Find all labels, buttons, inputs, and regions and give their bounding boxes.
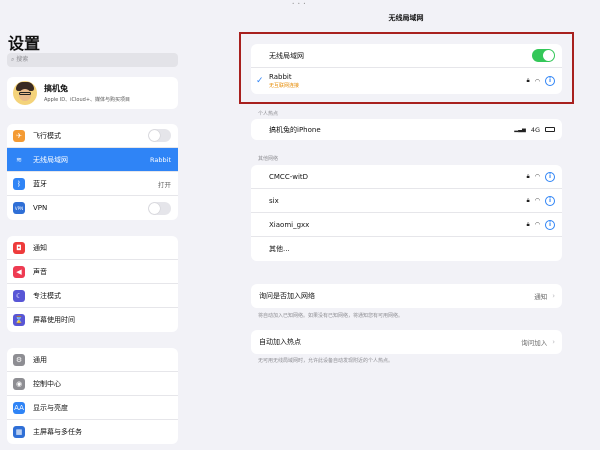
info-icon[interactable]: i bbox=[545, 171, 555, 182]
auto-join-value: 询问加入 bbox=[521, 339, 548, 347]
network-name: six bbox=[269, 196, 279, 205]
profile-card[interactable]: 搞机兔 Apple ID、iCloud+、媒体与购买项目 bbox=[7, 77, 178, 109]
sidebar-item-label: 飞行模式 bbox=[33, 131, 61, 140]
sidebar-item-label: 声音 bbox=[33, 267, 47, 276]
sidebar-item-label: 通用 bbox=[33, 355, 47, 364]
sidebar-item-label: 控制中心 bbox=[33, 379, 61, 388]
network-row[interactable]: CMCC-witD 🔒︎ ◠ i bbox=[251, 165, 562, 189]
profile-name: 搞机兔 bbox=[44, 84, 68, 93]
wifi-signal-icon: ◠ bbox=[534, 173, 540, 180]
section-label-other-networks: 其他网络 bbox=[258, 156, 279, 162]
sidebar-item-value: Rabbit bbox=[150, 155, 171, 164]
info-icon[interactable]: i bbox=[545, 195, 555, 206]
sidebar-item-label: 显示与亮度 bbox=[33, 403, 68, 412]
network-row[interactable]: six 🔒︎ ◠ i bbox=[251, 189, 562, 213]
sidebar-item-vpn[interactable]: VPN VPN bbox=[7, 196, 178, 220]
sidebar-group-notifications: ◘ 通知 ◀ 声音 ☾ 专注模式 ⌛ 屏幕使用时间 bbox=[7, 236, 178, 332]
auto-join-label: 自动加入热点 bbox=[259, 338, 301, 346]
wifi-signal-icon: ◠ bbox=[534, 197, 540, 204]
search-input[interactable]: ⌕ 搜索 bbox=[7, 53, 178, 67]
sidebar-item-sound[interactable]: ◀ 声音 bbox=[7, 260, 178, 284]
sidebar-item-notification[interactable]: ◘ 通知 bbox=[7, 236, 178, 260]
ask-join-label: 询问是否加入网络 bbox=[259, 292, 315, 300]
wifi-signal-icon: ◠ bbox=[534, 221, 540, 228]
sidebar-item-label: 通知 bbox=[33, 243, 47, 252]
other-network-label: 其他... bbox=[269, 245, 290, 253]
sidebar-item-home-screen[interactable]: ▦ 主屏幕与多任务 bbox=[7, 420, 178, 444]
auto-join-note: 无可用无线局域网时，允许此设备自动发现附近的个人热点。 bbox=[258, 358, 394, 364]
lock-icon: 🔒︎ bbox=[526, 196, 530, 204]
lock-icon: 🔒︎ bbox=[526, 172, 530, 180]
hotspot-row[interactable]: 搞机兔的iPhone ▂▃▅ 4G bbox=[251, 119, 562, 140]
network-row[interactable]: Xiaomi_gxx 🔒︎ ◠ i bbox=[251, 213, 562, 237]
ask-join-note: 将自动加入已知网络。如果没有已知网络，将通知您有可用网络。 bbox=[258, 313, 404, 319]
sound-icon: ◀ bbox=[13, 265, 25, 278]
status-bar-dots: • • • bbox=[292, 1, 307, 6]
hotspot-signal: 4G bbox=[530, 125, 540, 134]
sidebar-group-connectivity: ✈ 飞行模式 ≋ 无线局域网 Rabbit ᛒ 蓝牙 打开 VPN VPN bbox=[7, 124, 178, 220]
sidebar-item-control-center[interactable]: ◉ 控制中心 bbox=[7, 372, 178, 396]
hotspot-name: 搞机兔的iPhone bbox=[269, 125, 321, 134]
sidebar-item-moon[interactable]: ☾ 专注模式 bbox=[7, 284, 178, 308]
sidebar-item-label: VPN bbox=[33, 204, 48, 212]
page-title: 无线局域网 bbox=[388, 14, 424, 22]
sidebar-item-bluetooth[interactable]: ᛒ 蓝牙 打开 bbox=[7, 172, 178, 196]
ask-join-value: 通知 bbox=[534, 293, 548, 301]
sidebar-title: 设置 bbox=[8, 34, 41, 53]
lock-icon: 🔒︎ bbox=[526, 220, 530, 228]
bluetooth-icon: ᛒ bbox=[13, 177, 25, 190]
profile-subtitle: Apple ID、iCloud+、媒体与购买项目 bbox=[44, 97, 131, 103]
airplane-icon: ✈ bbox=[13, 129, 25, 142]
control-center-icon: ◉ bbox=[13, 377, 25, 390]
airplane-toggle[interactable] bbox=[148, 129, 171, 142]
chevron-right-icon: › bbox=[552, 338, 555, 346]
info-icon[interactable]: i bbox=[545, 219, 555, 230]
sidebar-item-airplane[interactable]: ✈ 飞行模式 bbox=[7, 124, 178, 148]
home-screen-icon: ▦ bbox=[13, 426, 25, 438]
wifi-icon: ≋ bbox=[13, 153, 25, 166]
sidebar-item-value: 打开 bbox=[158, 180, 171, 189]
auto-join-row[interactable]: 自动加入热点 询问加入 › bbox=[251, 330, 562, 354]
hotspot-card: 搞机兔的iPhone ▂▃▅ 4G bbox=[251, 119, 562, 140]
moon-icon: ☾ bbox=[13, 289, 25, 302]
search-icon: ⌕ bbox=[11, 56, 15, 63]
notification-icon: ◘ bbox=[13, 241, 25, 254]
highlight-box bbox=[239, 32, 574, 104]
section-label-hotspot: 个人热点 bbox=[258, 111, 279, 117]
sidebar-item-label: 专注模式 bbox=[33, 291, 61, 300]
other-network-row[interactable]: 其他... bbox=[251, 237, 562, 261]
ask-join-row[interactable]: 询问是否加入网络 通知 › bbox=[251, 284, 562, 308]
battery-icon bbox=[545, 127, 555, 132]
sidebar-group-general: ⚙ 通用 ◉ 控制中心 AA 显示与亮度 ▦ 主屏幕与多任务 bbox=[7, 348, 178, 444]
sidebar: 设置 ⌕ 搜索 搞机兔 Apple ID、iCloud+、媒体与购买项目 ✈ 飞行… bbox=[0, 0, 186, 450]
ask-join-card: 询问是否加入网络 通知 › bbox=[251, 284, 562, 308]
sidebar-item-label: 无线局域网 bbox=[33, 155, 68, 164]
vpn-icon: VPN bbox=[13, 202, 25, 214]
search-placeholder: 搜索 bbox=[16, 56, 29, 63]
network-name: Xiaomi_gxx bbox=[269, 220, 310, 229]
sidebar-item-display[interactable]: AA 显示与亮度 bbox=[7, 396, 178, 420]
sidebar-item-label: 蓝牙 bbox=[33, 179, 47, 188]
sidebar-item-label: 主屏幕与多任务 bbox=[33, 428, 82, 436]
sidebar-item-wifi[interactable]: ≋ 无线局域网 Rabbit bbox=[7, 148, 178, 172]
vpn-toggle[interactable] bbox=[148, 201, 171, 215]
display-icon: AA bbox=[13, 401, 25, 414]
chevron-right-icon: › bbox=[552, 292, 555, 300]
sidebar-item-gear[interactable]: ⚙ 通用 bbox=[7, 348, 178, 372]
avatar bbox=[13, 81, 37, 105]
cellular-signal-icon: ▂▃▅ bbox=[514, 126, 526, 133]
sidebar-item-hourglass[interactable]: ⌛ 屏幕使用时间 bbox=[7, 308, 178, 332]
network-name: CMCC-witD bbox=[269, 172, 309, 181]
hourglass-icon: ⌛ bbox=[13, 314, 25, 326]
auto-join-card: 自动加入热点 询问加入 › bbox=[251, 330, 562, 354]
sidebar-item-label: 屏幕使用时间 bbox=[33, 316, 75, 324]
other-networks-card: CMCC-witD 🔒︎ ◠ i six 🔒︎ ◠ i Xiaomi_gxx 🔒︎ ◠ i 其他... bbox=[251, 165, 562, 261]
gear-icon: ⚙ bbox=[13, 353, 25, 366]
